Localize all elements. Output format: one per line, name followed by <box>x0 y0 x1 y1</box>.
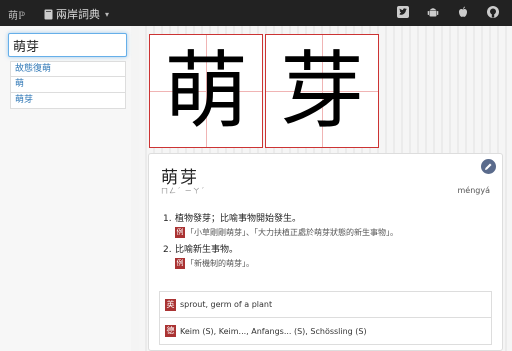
bopomofo: ㄇㄥˊ ㄧㄚˊ <box>161 187 206 195</box>
definition-item: 1. 植物發芽；比喻事物開始發生。 例 「小草剛剛萌芽」、「大力扶植正處於萌芽狀… <box>163 212 493 239</box>
definition-number: 2. <box>163 245 172 255</box>
dictionary-dropdown[interactable]: 兩岸詞典 ▾ <box>44 6 109 22</box>
translation-text: Keim (S), Keim..., Anfangs... (S), Schös… <box>180 326 367 336</box>
top-navbar: 萌ℙ 兩岸詞典 ▾ <box>0 0 512 26</box>
stroke-tile[interactable]: 萌 <box>149 34 263 148</box>
pinyin: méngyá <box>457 186 491 195</box>
sidebar: 故態復萌 萌 萌芽 <box>0 26 131 351</box>
result-item[interactable]: 故態復萌 <box>10 61 126 77</box>
definitions: 1. 植物發芽；比喻事物開始發生。 例 「小草剛剛萌芽」、「大力扶植正處於萌芽狀… <box>163 212 493 274</box>
github-icon[interactable] <box>486 5 500 19</box>
android-icon[interactable] <box>426 5 440 19</box>
translation-row: 德 Keim (S), Keim..., Anfangs... (S), Sch… <box>160 318 491 344</box>
definition-number: 1. <box>163 214 172 224</box>
definition-body: 植物發芽；比喻事物開始發生。 <box>175 214 302 224</box>
stroke-character: 萌 <box>163 42 248 140</box>
apple-icon[interactable] <box>456 5 470 19</box>
definition-text: 2. 比喻新生事物。 <box>163 243 493 257</box>
social-links <box>396 5 500 19</box>
edit-button[interactable] <box>481 159 496 174</box>
search-results: 故態復萌 萌 萌芽 <box>10 61 126 109</box>
example-text: 「小草剛剛萌芽」、「大力扶植正處於萌芽狀態的新生事物」。 <box>186 228 398 237</box>
result-item[interactable]: 萌芽 <box>10 93 126 109</box>
language-badge: 德 <box>165 325 176 337</box>
stroke-character: 芽 <box>279 42 364 140</box>
search-input[interactable] <box>8 33 127 57</box>
main-content: 萌 芽 萌芽 ㄇㄥˊ ㄧㄚˊ méngyá 1. 植物發芽；比喻事物開始發生。 … <box>139 26 512 351</box>
definition-item: 2. 比喻新生事物。 例 「新機制的萌芽」。 <box>163 243 493 270</box>
pencil-icon <box>485 163 492 170</box>
twitter-icon[interactable] <box>396 5 410 19</box>
book-icon <box>44 9 53 19</box>
entry-card: 萌芽 ㄇㄥˊ ㄧㄚˊ méngyá 1. 植物發芽；比喻事物開始發生。 例 「小… <box>148 153 503 351</box>
result-item[interactable]: 萌 <box>10 77 126 93</box>
translations: 英 sprout, germ of a plant 德 Keim (S), Ke… <box>159 291 492 345</box>
stroke-tile[interactable]: 芽 <box>265 34 379 148</box>
caret-down-icon: ▾ <box>105 9 110 19</box>
example-line: 例 「小草剛剛萌芽」、「大力扶植正處於萌芽狀態的新生事物」。 <box>175 226 493 239</box>
translation-row: 英 sprout, germ of a plant <box>160 292 491 318</box>
definition-text: 1. 植物發芽；比喻事物開始發生。 <box>163 212 493 226</box>
dictionary-label: 兩岸詞典 <box>56 8 100 21</box>
example-badge: 例 <box>175 258 185 269</box>
example-text: 「新機制的萌芽」。 <box>186 259 254 268</box>
entry-title: 萌芽 <box>161 168 199 188</box>
example-line: 例 「新機制的萌芽」。 <box>175 257 493 270</box>
definition-body: 比喻新生事物。 <box>175 245 239 255</box>
translation-text: sprout, germ of a plant <box>180 300 273 309</box>
example-badge: 例 <box>175 227 185 238</box>
home-link[interactable]: 萌ℙ <box>8 7 25 22</box>
language-badge: 英 <box>165 298 176 311</box>
